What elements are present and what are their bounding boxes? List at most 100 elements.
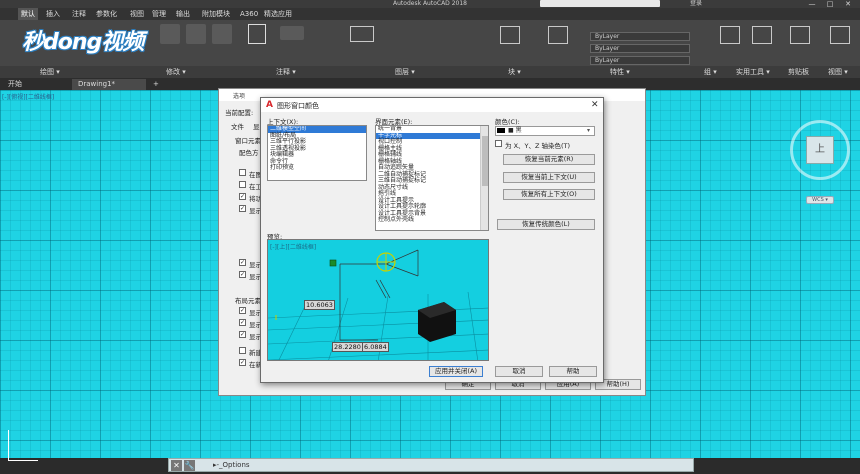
color-swatch [497,128,505,133]
list-item[interactable]: 控制点外壳线 [376,216,488,224]
tab-a360[interactable]: A360 [240,8,258,20]
tab-files[interactable]: 文件 [231,121,244,131]
color-scheme-label: 配色方 [239,149,259,157]
tab-output[interactable]: 输出 [176,8,190,20]
apply-close-button[interactable]: 应用并关闭(A) [429,366,483,377]
layout-checkbox[interactable]: ✓ [239,307,246,314]
list-item[interactable]: 打印预览 [268,164,366,172]
window-title: Autodesk AutoCAD 2018 [393,0,467,7]
trim-tool-button[interactable] [212,24,232,44]
option-checkbox[interactable] [239,181,246,188]
preview-pane: [-][上][二维线框] 10.6063 28.2280 6.0884 [267,239,489,361]
layout-checkbox[interactable]: ✓ [239,359,246,366]
tab-addins[interactable]: 附加模块 [202,8,230,20]
tab-manage[interactable]: 管理 [152,8,166,20]
ribbon-panel-bar: 绘图 ▾ 修改 ▾ 注释 ▾ 图层 ▾ 块 ▾ 特性 ▾ 组 ▾ 实用工具 ▾ … [0,66,860,78]
title-bar: Autodesk AutoCAD 2018 登录 — □ ✕ [0,0,860,8]
element-list-scrollbar[interactable] [480,126,488,230]
preview-viewport-label: [-][上][二维线框] [270,244,317,251]
base-view-icon[interactable] [830,26,850,44]
layout-checkbox[interactable]: ✓ [239,319,246,326]
panel-utilities[interactable]: 实用工具 ▾ [736,66,770,78]
signin-link[interactable]: 登录 [690,0,702,8]
command-customize-icon[interactable]: 🔧 [184,460,195,471]
option-checkbox[interactable] [239,169,246,176]
rotate-tool-button[interactable] [186,24,206,44]
ribbon-tabs: 默认 插入 注释 参数化 视图 管理 输出 附加模块 A360 精选应用 [0,8,860,20]
ucs-x-axis-icon [8,460,38,461]
tab-start[interactable]: 开始 [2,79,68,90]
context-list[interactable]: 二维模型空间 图纸/布局 三维平行投影 三维透视投影 块编辑器 命令行 打印预览 [267,125,367,181]
measure-icon[interactable] [752,26,772,44]
current-profile-label: 当前配置: [225,109,254,117]
new-tab-button[interactable]: + [150,79,164,90]
layout-checkbox[interactable] [239,347,246,354]
restore-element-button[interactable]: 恢复当前元素(R) [503,154,595,165]
color-label: 颜色(C): [495,118,520,126]
panel-view[interactable]: 视图 ▾ [828,66,848,78]
panel-clipboard[interactable]: 剪贴板 [788,66,809,78]
panel-draw[interactable]: 绘图 ▾ [40,66,60,78]
layer-properties-icon[interactable] [350,26,374,42]
viewport-controls[interactable]: [-][俯视][二维线框] [2,92,54,101]
viewcube-top-face[interactable]: 上 [806,136,834,164]
minimize-button[interactable]: — [806,0,818,8]
tab-featured-apps[interactable]: 精选应用 [264,8,292,20]
maximize-button[interactable]: □ [824,0,836,8]
help-button[interactable]: 帮助 [549,366,597,377]
text-tool-icon[interactable] [248,24,266,44]
layout-checkbox[interactable]: ✓ [239,331,246,338]
command-input[interactable]: ▸-_Options [213,459,250,472]
wcs-menu[interactable]: WCS ▾ [806,196,834,204]
interface-element-list[interactable]: 统一背景 十字光标 视口控制 栅格主线 栅格辅线 栅格轴线 自动追踪矢量 二维自… [375,125,489,231]
panel-properties[interactable]: 特性 ▾ [610,66,630,78]
tab-insert[interactable]: 插入 [46,8,60,20]
panel-layers[interactable]: 图层 ▾ [395,66,415,78]
group-icon[interactable] [720,26,740,44]
tab-view[interactable]: 视图 [130,8,144,20]
option-checkbox[interactable]: ✓ [239,205,246,212]
window-elements-label: 窗口元素 [235,137,261,145]
autocad-logo-icon: A [266,100,273,110]
tab-annotate[interactable]: 注释 [72,8,86,20]
restore-context-button[interactable]: 恢复当前上下文(U) [503,172,595,183]
linetype-combo[interactable]: ByLayer [590,44,690,53]
cancel-button[interactable]: 取消 [495,366,543,377]
option-checkbox[interactable]: ✓ [239,271,246,278]
panel-modify[interactable]: 修改 ▾ [166,66,186,78]
dimension-box: 6.0884 [362,342,389,352]
dimension-tool-button[interactable] [280,26,304,40]
search-input[interactable] [540,0,660,7]
color-value: ■ 黑 [508,127,522,134]
restore-all-button[interactable]: 恢复所有上下文(O) [503,189,595,200]
option-checkbox[interactable]: ✓ [239,193,246,200]
panel-annotation[interactable]: 注释 ▾ [276,66,296,78]
paste-icon[interactable] [790,26,810,44]
panel-groups[interactable]: 组 ▾ [704,66,717,78]
tab-parametric[interactable]: 参数化 [96,8,117,20]
tab-default[interactable]: 默认 [18,8,38,20]
match-properties-icon[interactable] [548,26,568,44]
move-tool-button[interactable] [160,24,180,44]
chevron-down-icon[interactable]: ▾ [587,126,590,136]
color-combo[interactable]: ByLayer [590,32,690,41]
option-checkbox[interactable]: ✓ [239,259,246,266]
ucs-y-axis-icon [8,430,9,460]
command-close-icon[interactable]: ✕ [171,460,182,471]
panel-block[interactable]: 块 ▾ [508,66,521,78]
tint-xyz-checkbox[interactable] [495,140,502,147]
close-button[interactable]: ✕ [842,0,854,8]
layout-elements-label: 布局元素 [235,297,261,305]
colors-title: 图形窗口颜色 [277,102,319,110]
insert-block-icon[interactable] [500,26,520,44]
dimension-box: 28.2280 [332,342,363,352]
restore-classic-button[interactable]: 恢复传统颜色(L) [497,219,595,230]
tab-display[interactable]: 显 [253,121,260,131]
watermark-logo: 秒dong视频 [22,30,144,55]
close-icon[interactable]: ✕ [591,100,599,110]
command-line[interactable]: ✕ 🔧 ▸-_Options [168,458,694,472]
scroll-thumb[interactable] [482,136,488,186]
drawing-window-colors-dialog: A 图形窗口颜色 ✕ 上下文(X): 二维模型空间 图纸/布局 三维平行投影 三… [260,97,604,383]
lineweight-combo[interactable]: ByLayer [590,56,690,65]
tab-drawing1[interactable]: Drawing1* [72,79,146,90]
